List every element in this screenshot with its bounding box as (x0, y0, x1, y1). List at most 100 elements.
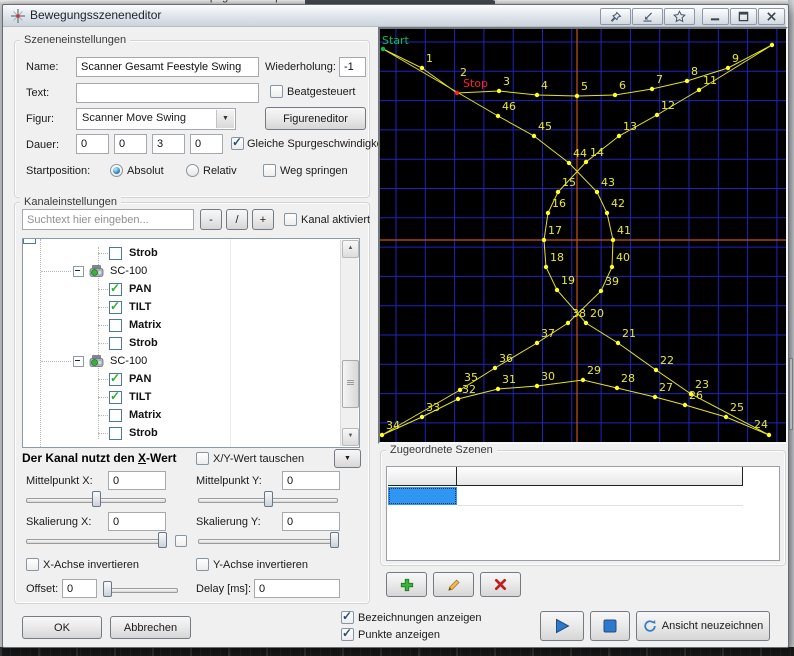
figure-select[interactable]: Scanner Move Swing ▼ (76, 108, 236, 130)
tree-row[interactable]: SC-100 (23, 352, 359, 370)
duration-minutes-input[interactable] (114, 134, 147, 154)
scroll-up-icon[interactable]: ▲ (342, 240, 359, 258)
tree-checkbox[interactable]: ✓ (109, 319, 122, 332)
tree-checkbox[interactable]: ✓ (109, 409, 122, 422)
scroll-down-icon[interactable]: ▼ (342, 428, 359, 446)
redraw-view-button[interactable]: Ansicht neuzeichnen (636, 611, 770, 641)
cancel-button[interactable]: Abbrechen (110, 616, 191, 639)
tree-row[interactable]: ✓TILT (23, 298, 359, 316)
offset-slider[interactable] (104, 581, 178, 598)
tree-checkbox[interactable]: ✓ (109, 391, 122, 404)
duration-hours-input[interactable] (76, 134, 109, 154)
scene-list-header-col2[interactable] (457, 467, 743, 486)
tree-row[interactable]: ✓Strob (23, 244, 359, 262)
tree-checkbox[interactable]: ✓ (109, 427, 122, 440)
tree-row[interactable]: ✓Matrix (23, 406, 359, 424)
tree-scrollbar[interactable]: ▲ ▼ (340, 240, 358, 446)
absolute-radio[interactable] (110, 164, 123, 177)
chevron-down-icon[interactable]: ▼ (216, 110, 234, 128)
scene-row-cell[interactable] (457, 487, 743, 506)
repeat-input[interactable] (339, 57, 366, 77)
show-points-checkbox[interactable]: ✓ (341, 628, 354, 641)
show-labels-checkbox[interactable]: ✓ (341, 611, 354, 624)
tree-row[interactable]: ✓Matrix (23, 316, 359, 334)
edit-scene-button[interactable] (433, 572, 474, 597)
tree-checkbox[interactable]: ✓ (109, 301, 122, 314)
window-title: Bewegungsszeneneditor (30, 9, 161, 22)
figure-point-label: 11 (703, 74, 717, 87)
tree-checkbox[interactable]: ✓ (109, 247, 122, 260)
offset-input[interactable] (62, 579, 97, 598)
swap-xy-checkbox[interactable]: ✓ (196, 452, 209, 465)
center-x-slider[interactable] (26, 491, 166, 508)
figure-point-label: 41 (617, 224, 631, 237)
tree-row[interactable]: ✓PAN (23, 280, 359, 298)
figure-editor-button[interactable]: Figureneditor (265, 107, 366, 130)
delay-input[interactable] (254, 579, 340, 598)
add-scene-button[interactable] (386, 572, 427, 597)
tree-expander-icon[interactable] (73, 266, 84, 277)
favorite-button[interactable] (664, 8, 695, 25)
link-scale-checkbox[interactable]: ✓ (175, 535, 187, 547)
duration-frames-input[interactable] (190, 134, 223, 154)
pin-window-button[interactable] (600, 8, 631, 25)
tree-checkbox[interactable]: ✓ (109, 373, 122, 386)
tree-checkbox[interactable]: ✓ (109, 283, 122, 296)
duration-seconds-input[interactable] (152, 134, 185, 154)
assigned-scenes-list[interactable] (386, 466, 780, 561)
slider-thumb[interactable] (264, 491, 273, 507)
pencil-icon (446, 578, 462, 592)
scale-y-slider[interactable] (198, 532, 338, 549)
figure-point (613, 93, 617, 97)
tree-collapse-button[interactable]: - (200, 209, 222, 230)
tree-row[interactable]: ✓Strob (23, 334, 359, 352)
scrollbar-thumb[interactable] (342, 360, 359, 408)
send-to-back-button[interactable] (632, 8, 663, 25)
figure-point (581, 378, 585, 382)
scene-list-header-col1[interactable] (388, 467, 457, 486)
channel-active-checkbox[interactable]: ✓ (284, 213, 297, 226)
minimize-button[interactable] (702, 8, 729, 25)
figure-point-label: 6 (619, 79, 626, 92)
slider-thumb[interactable] (158, 532, 167, 548)
channel-tree[interactable]: ✓StrobSC-100✓PAN✓TILT✓Matrix✓StrobSC-100… (22, 238, 360, 448)
scale-x-input[interactable] (108, 512, 166, 531)
invert-y-checkbox[interactable]: ✓ (196, 558, 209, 571)
relative-radio[interactable] (186, 164, 199, 177)
figure-point (595, 190, 599, 194)
text-input[interactable] (76, 83, 259, 103)
tree-row[interactable]: SC-100 (23, 262, 359, 280)
axis-options-dropdown-button[interactable]: ▼ (334, 449, 361, 468)
figure-canvas[interactable]: Start12Stop34567891112131415161718192021… (378, 27, 788, 444)
center-y-slider[interactable] (198, 491, 338, 508)
figure-canvas-svg[interactable]: Start12Stop34567891112131415161718192021… (380, 29, 786, 442)
beat-checkbox[interactable]: ✓ (270, 85, 283, 98)
slider-thumb[interactable] (92, 491, 101, 507)
scale-y-input[interactable] (282, 512, 340, 531)
name-input[interactable] (76, 57, 259, 77)
close-button[interactable] (758, 8, 785, 25)
tree-expander-icon[interactable] (73, 356, 84, 367)
play-button[interactable] (540, 611, 584, 641)
tree-row[interactable]: ✓Strob (23, 424, 359, 442)
tree-row[interactable]: ✓TILT (23, 388, 359, 406)
center-x-input[interactable] (108, 471, 166, 490)
ok-button[interactable]: OK (22, 616, 102, 639)
scale-x-slider[interactable] (26, 532, 166, 549)
maximize-button[interactable] (730, 8, 757, 25)
tree-toggle-button[interactable]: / (226, 209, 248, 230)
delete-scene-button[interactable] (480, 572, 521, 597)
tree-row[interactable]: ✓PAN (23, 370, 359, 388)
same-speed-checkbox[interactable]: ✓ (231, 137, 244, 150)
slider-thumb[interactable] (103, 581, 112, 597)
figure-point (456, 397, 460, 401)
selected-scene-cell[interactable] (388, 487, 457, 505)
jump-checkbox[interactable]: ✓ (263, 164, 276, 177)
center-y-input[interactable] (282, 471, 340, 490)
tree-expand-button[interactable]: + (252, 209, 274, 230)
tree-checkbox[interactable]: ✓ (109, 337, 122, 350)
channel-search-input[interactable] (22, 209, 194, 230)
slider-thumb[interactable] (330, 532, 339, 548)
stop-button[interactable] (590, 611, 630, 641)
invert-x-checkbox[interactable]: ✓ (26, 558, 39, 571)
